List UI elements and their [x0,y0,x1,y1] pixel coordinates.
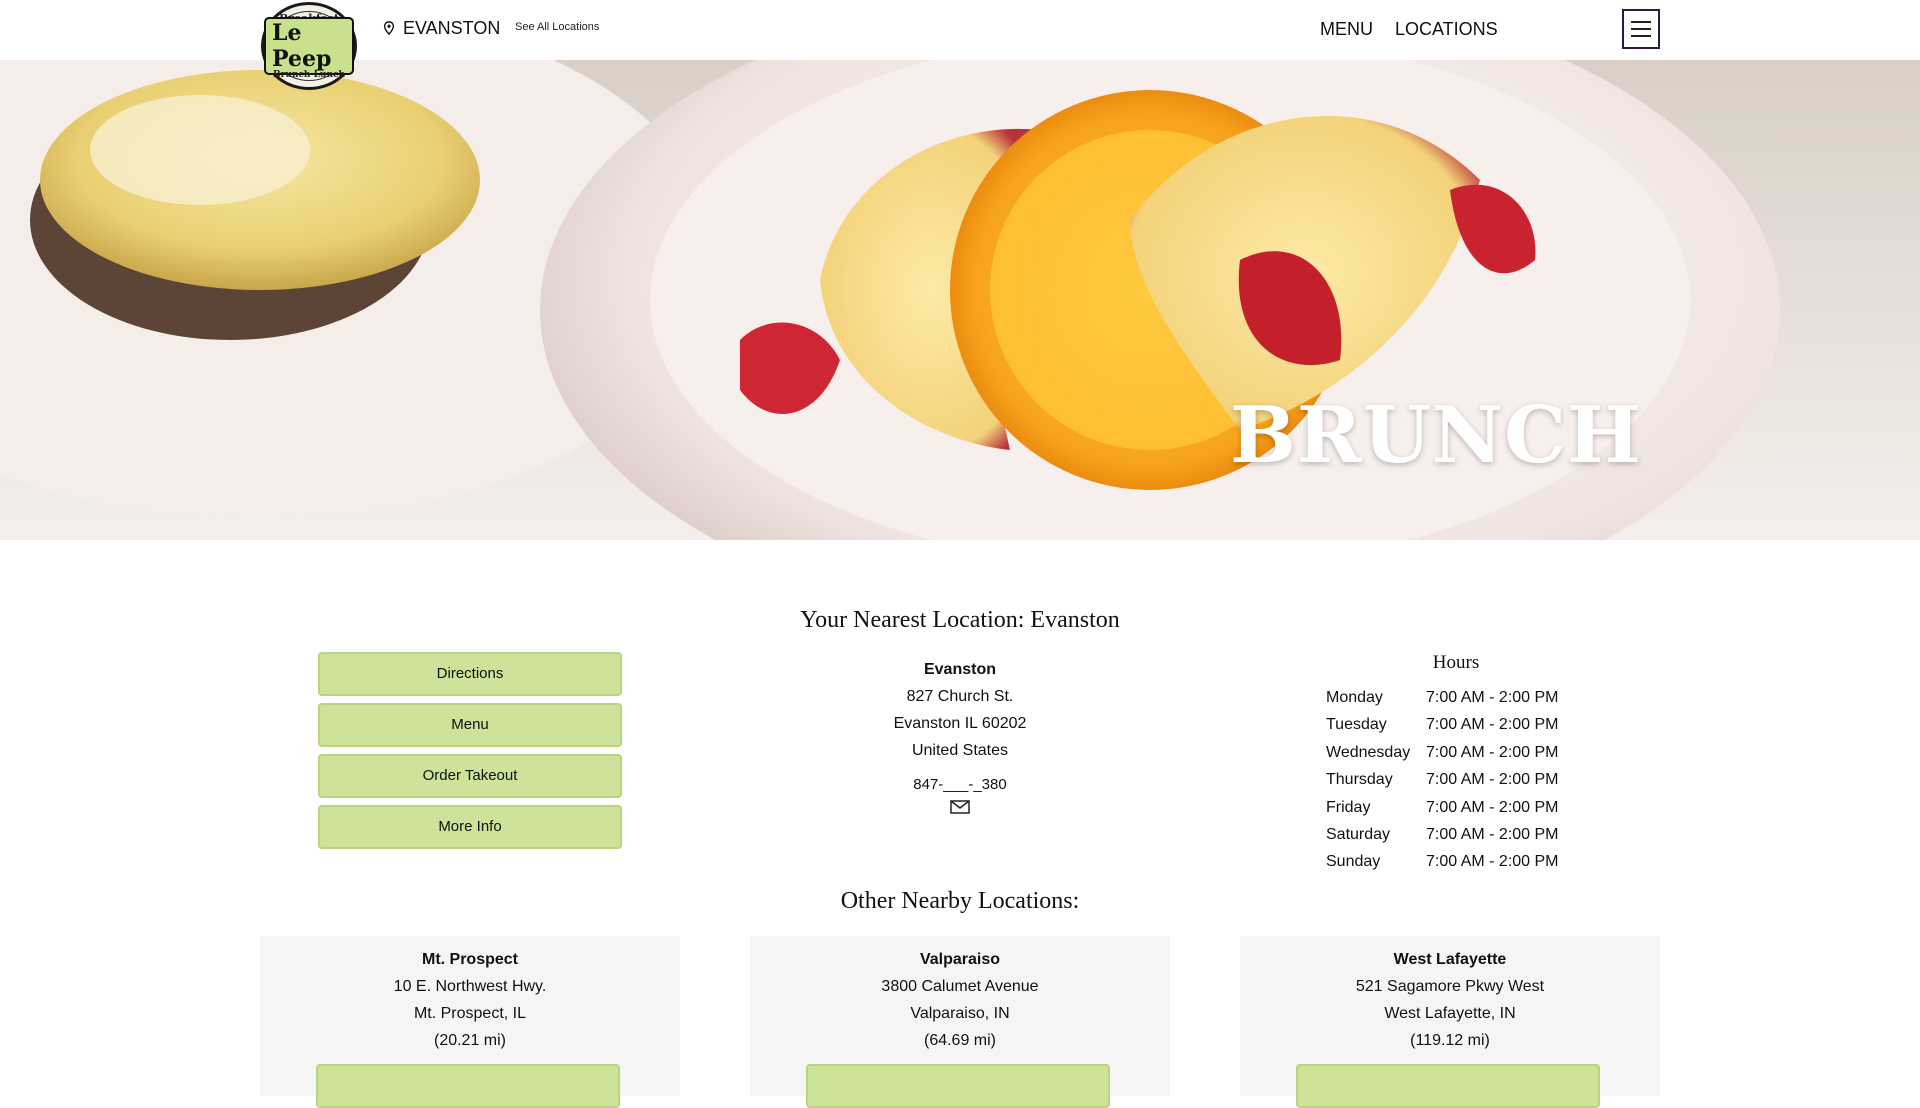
map-pin-icon [383,21,395,35]
more-info-button[interactable]: More Info [318,805,622,849]
hamburger-menu-button[interactable] [1622,9,1660,49]
other-locations-title: Other Nearby Locations: [840,888,1080,914]
hours-row: Thursday 7:00 AM - 2:00 PM [1326,766,1586,793]
nav-menu-link[interactable]: MENU [1320,19,1373,40]
card-city: Valparaiso, IN [910,1005,1010,1022]
hours-time: 7:00 AM - 2:00 PM [1426,825,1559,843]
hours-row: Tuesday 7:00 AM - 2:00 PM [1326,711,1586,738]
hours-time: 7:00 AM - 2:00 PM [1426,771,1559,789]
hours-time: 7:00 AM - 2:00 PM [1426,853,1559,871]
hours-day: Monday [1326,689,1383,706]
hours-row: Saturday 7:00 AM - 2:00 PM [1326,821,1586,848]
card-distance: (64.69 mi) [923,1032,997,1049]
current-location-label: EVANSTON [403,17,501,38]
card-street: 521 Sagamore Pkwy West [1355,978,1545,995]
logo-bottom-word: Brunch·Lunch [272,70,346,80]
nearest-location-title: Your Nearest Location: Evanston [800,607,1120,633]
current-location-link[interactable]: EVANSTON [383,16,500,40]
card-name: Mt. Prospect [421,951,518,968]
hours-time: 7:00 AM - 2:00 PM [1426,798,1559,816]
hero-banner: BRUNCH [0,60,1920,540]
see-all-locations-link[interactable]: See All Locations [515,21,599,33]
card-name: Valparaiso [919,951,1001,968]
hours-day: Friday [1326,798,1371,816]
hours-day: Sunday [1326,853,1381,871]
location-card-west-lafayette: West Lafayette 521 Sagamore Pkwy West We… [1240,936,1660,1108]
location-street: 827 Church St. [906,688,1014,705]
card-street: 10 E. Northwest Hwy. [393,978,547,995]
card-city: West Lafayette, IN [1384,1005,1516,1022]
hours-day: Wednesday [1326,743,1411,761]
logo-link[interactable]: Breakfast Le Peep Brunch·Lunch [258,0,360,92]
hamburger-menu-icon [1631,21,1651,23]
menu-button[interactable]: Menu [318,703,622,747]
location-country: United States [911,742,1009,759]
card-distance: (20.21 mi) [433,1032,507,1049]
card-city: Mt. Prospect, IL [413,1005,527,1022]
phone-link[interactable]: 847-___-_380 [913,776,1006,793]
hours-row: Wednesday 7:00 AM - 2:00 PM [1326,739,1586,766]
hours-day: Tuesday [1326,716,1387,734]
hours-table: Hours Monday 7:00 AM - 2:00 PM Tuesday 7:0… [1326,652,1586,876]
hamburger-menu-icon [1631,35,1651,37]
card-name: West Lafayette [1393,951,1507,968]
hours-row: Monday 7:00 AM - 2:00 PM [1326,684,1586,711]
site-header: Breakfast Le Peep Brunch·Lunch EVANSTON … [0,0,1920,90]
email-icon[interactable] [949,798,971,816]
logo-badge: Breakfast Le Peep Brunch·Lunch [261,2,357,90]
directions-button[interactable]: Directions [318,652,622,696]
hours-time: 7:00 AM - 2:00 PM [1426,743,1559,761]
hours-day: Saturday [1326,825,1391,843]
nav-locations-link[interactable]: LOCATIONS [1395,19,1498,40]
location-card-mt-prospect: Mt. Prospect 10 E. Northwest Hwy. Mt. Pr… [260,936,680,1108]
nearest-address: Evanston 827 Church St. Evanston IL 6020… [840,656,1080,816]
card-distance: (119.12 mi) [1410,1032,1490,1049]
hero-title: BRUNCH [1230,390,1642,481]
hours-day: Thursday [1326,771,1393,789]
card-action-button[interactable] [806,1064,1110,1108]
card-action-button[interactable] [1296,1064,1600,1108]
order-takeout-button[interactable]: Order Takeout [318,754,622,798]
location-card-valparaiso: Valparaiso 3800 Calumet Avenue Valparais… [750,936,1170,1108]
hours-time: 7:00 AM - 2:00 PM [1426,689,1559,706]
location-city: Evanston IL 60202 [893,715,1027,732]
hours-time: 7:00 AM - 2:00 PM [1426,716,1559,734]
location-actions: Directions Menu Order Takeout More Info [318,652,622,856]
hamburger-menu-icon [1631,28,1651,30]
hours-row: Sunday 7:00 AM - 2:00 PM [1326,848,1586,875]
logo-brand-text: Le Peep [264,17,354,75]
card-action-button[interactable] [316,1064,620,1108]
location-name: Evanston [923,661,996,678]
hours-row: Friday 7:00 AM - 2:00 PM [1326,794,1586,821]
card-street: 3800 Calumet Avenue [881,978,1039,995]
hours-title: Hours [1432,652,1480,673]
